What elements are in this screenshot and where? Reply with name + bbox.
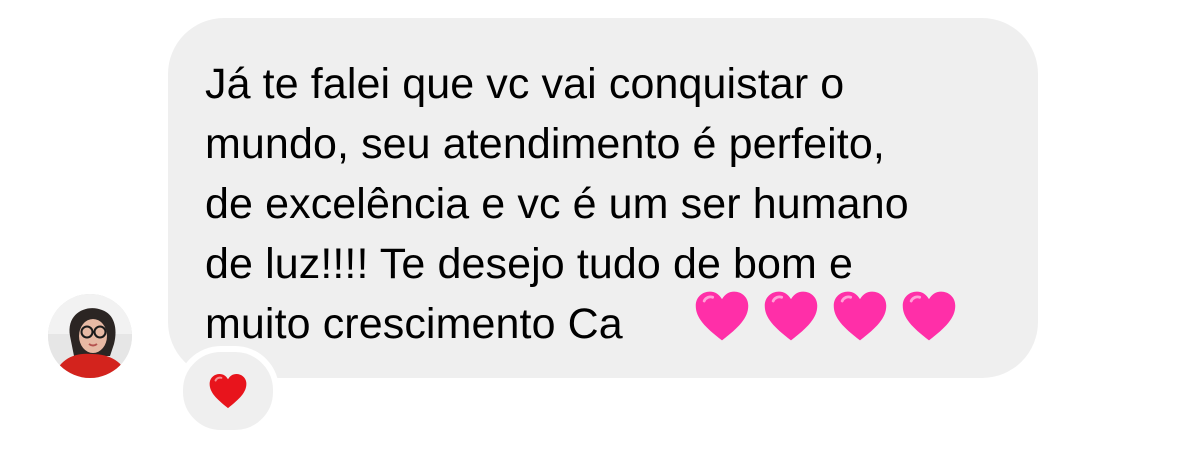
message-bubble[interactable]: Já te falei que vc vai conquistar o mund… (168, 18, 1038, 378)
reaction-badge[interactable] (177, 346, 279, 436)
sender-avatar[interactable] (48, 294, 132, 378)
sender-photo (48, 294, 132, 378)
pink-heart-icon (833, 291, 887, 341)
pink-heart-icon (902, 291, 956, 341)
red-heart-icon (209, 373, 247, 409)
pink-heart-icon (764, 291, 818, 341)
emoji-row (692, 286, 959, 346)
pink-heart-icon (695, 291, 749, 341)
